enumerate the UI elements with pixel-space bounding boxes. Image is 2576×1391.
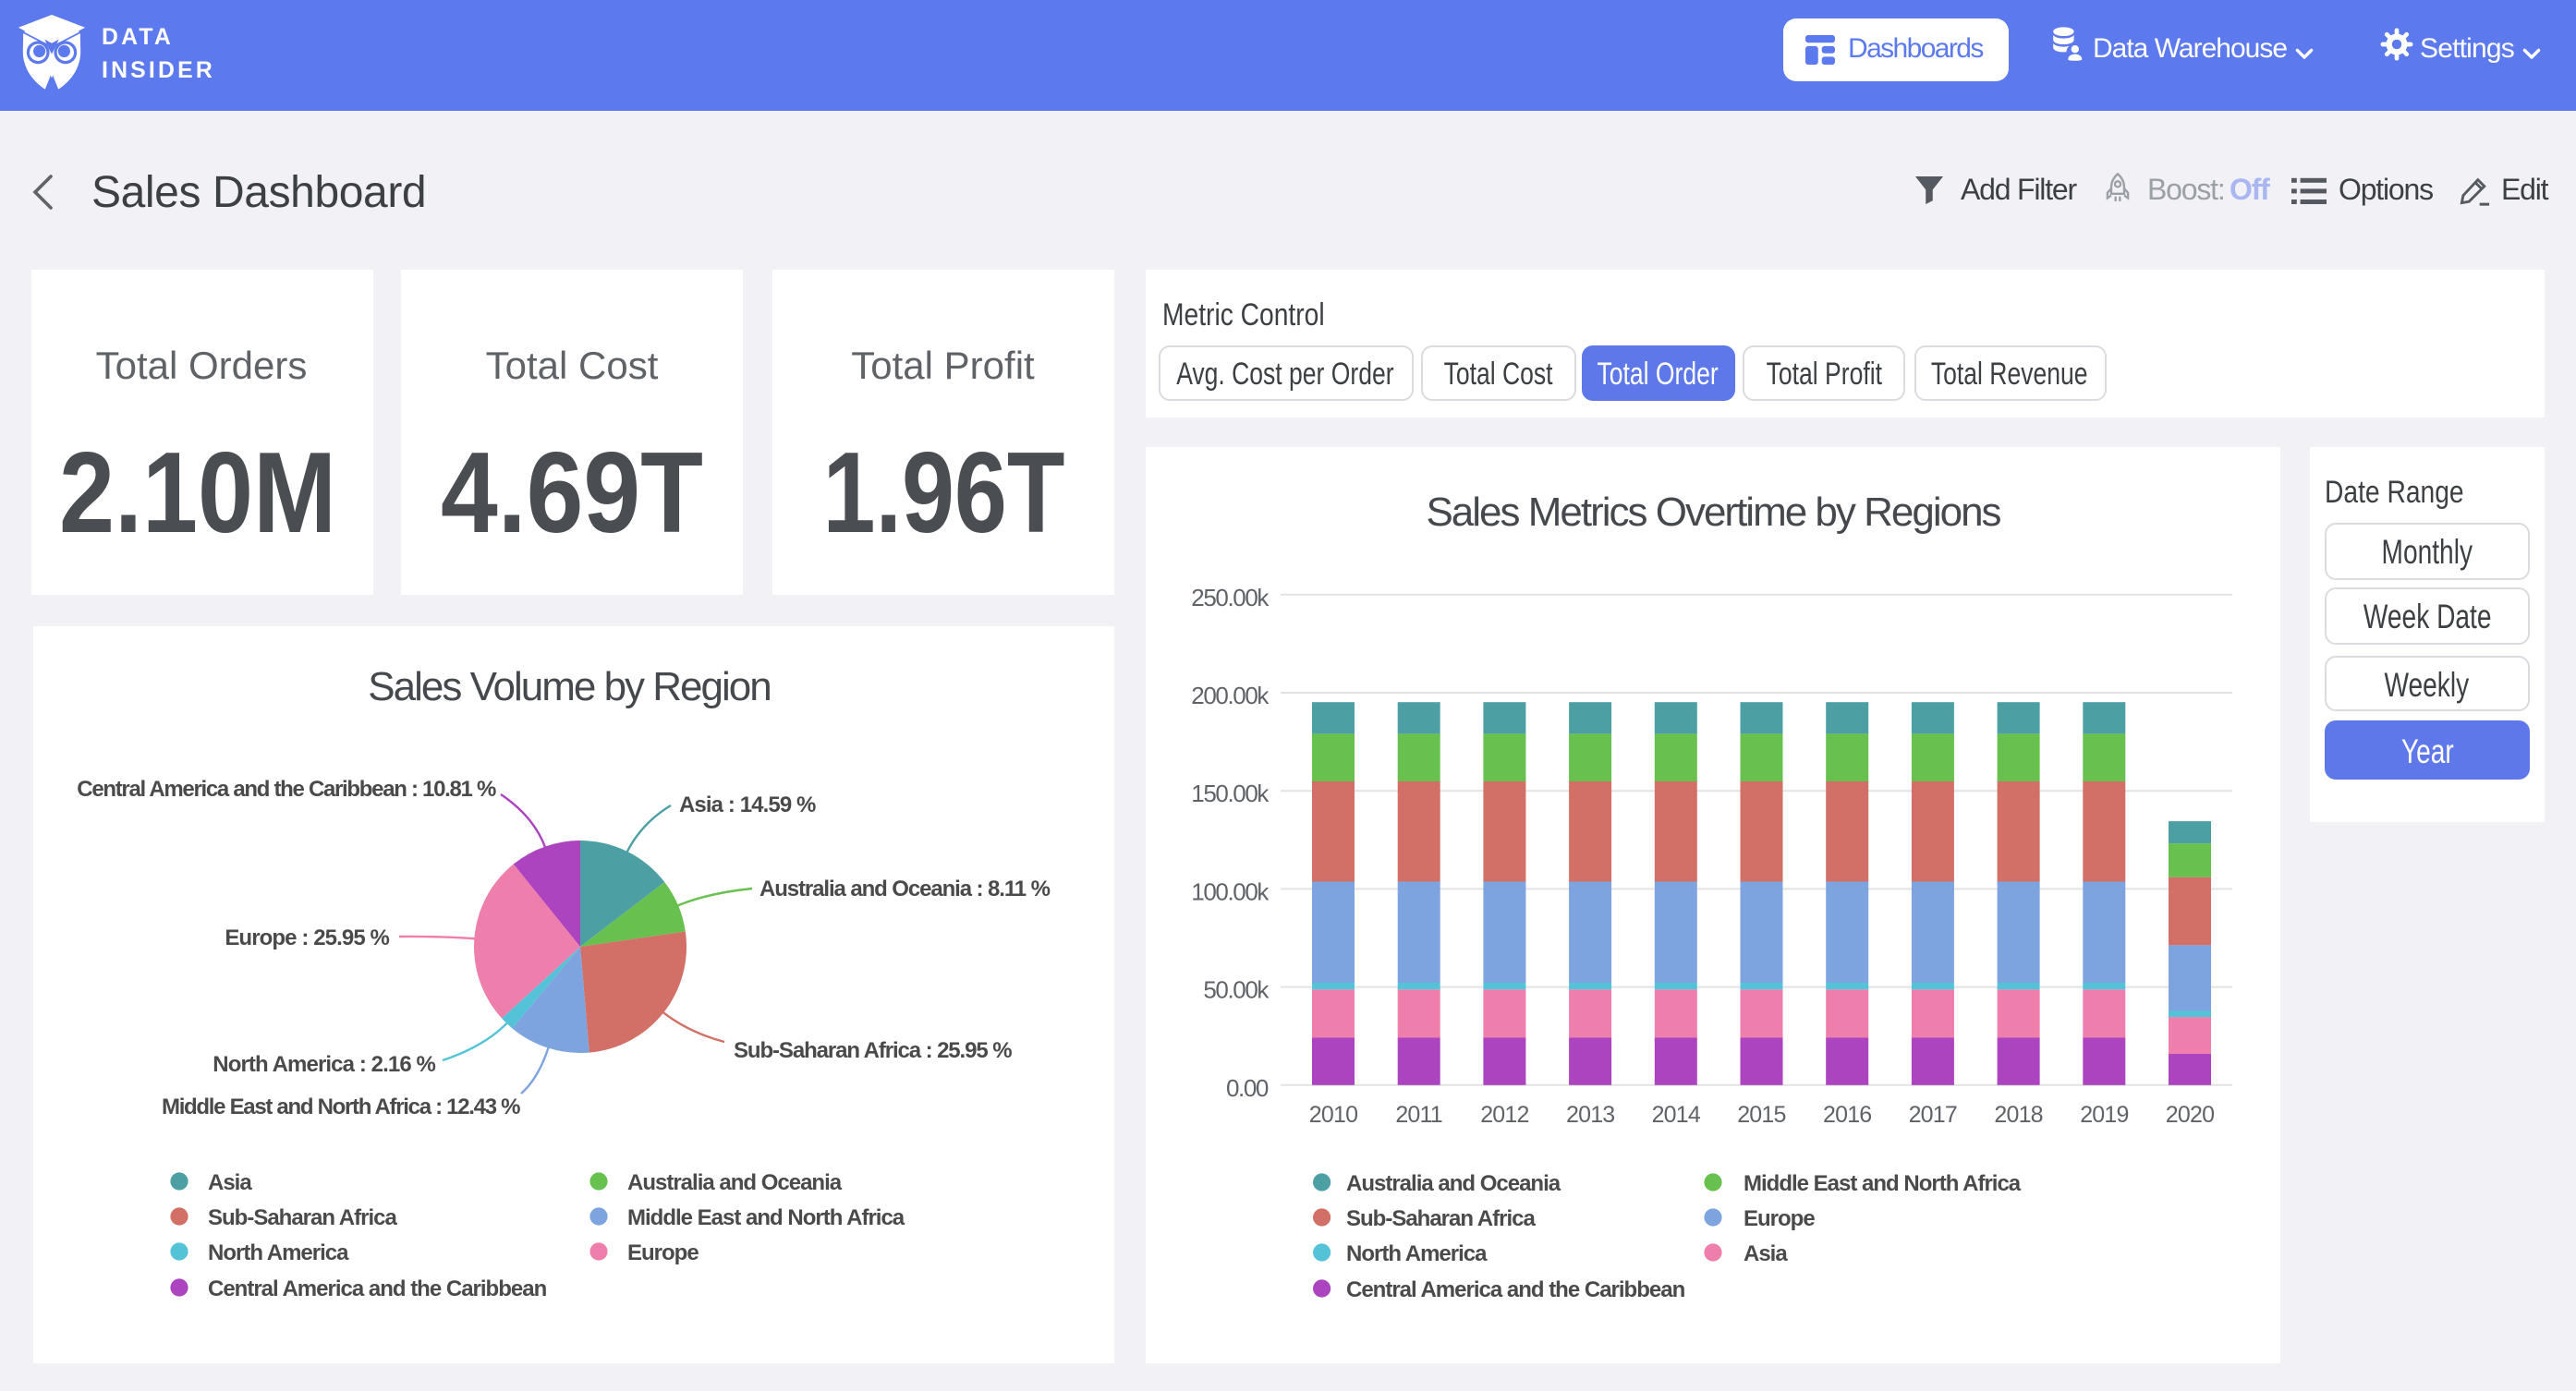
- svg-text:North America: North America: [1345, 1240, 1487, 1265]
- svg-text:1.96T: 1.96T: [822, 429, 1064, 554]
- svg-text:Sub-Saharan Africa : 25.95 %: Sub-Saharan Africa : 25.95 %: [733, 1037, 1011, 1062]
- svg-text:2018: 2018: [1993, 1101, 2041, 1127]
- svg-text:2014: 2014: [1651, 1101, 1700, 1127]
- svg-text:Sub-Saharan Africa: Sub-Saharan Africa: [207, 1204, 396, 1229]
- svg-text:Central America and the Caribb: Central America and the Caribbean : 10.8…: [76, 776, 495, 801]
- svg-text:North America: North America: [207, 1240, 348, 1264]
- svg-text:North America : 2.16 %: North America : 2.16 %: [212, 1051, 434, 1076]
- svg-text:Sub-Saharan Africa: Sub-Saharan Africa: [1345, 1205, 1535, 1230]
- svg-text:150.00k: 150.00k: [1190, 779, 1269, 806]
- svg-text:2017: 2017: [1908, 1101, 1956, 1127]
- svg-text:Australia and Oceania : 8.11 %: Australia and Oceania : 8.11 %: [759, 876, 1050, 901]
- svg-text:2010: 2010: [1308, 1101, 1356, 1127]
- svg-text:200.00k: 200.00k: [1190, 681, 1269, 708]
- svg-text:2013: 2013: [1565, 1101, 1613, 1127]
- svg-text:Middle East and North Africa :: Middle East and North Africa : 12.43 %: [161, 1094, 519, 1119]
- svg-text:100.00k: 100.00k: [1190, 877, 1269, 904]
- svg-text:Asia: Asia: [1743, 1240, 1787, 1265]
- svg-text:2019: 2019: [2079, 1101, 2127, 1127]
- svg-text:Europe : 25.95 %: Europe : 25.95 %: [224, 925, 388, 950]
- svg-text:Asia : 14.59 %: Asia : 14.59 %: [678, 792, 815, 816]
- svg-text:Asia: Asia: [207, 1169, 251, 1194]
- svg-text:Europe: Europe: [626, 1240, 698, 1264]
- svg-text:Middle East and North Africa: Middle East and North Africa: [1743, 1170, 2021, 1195]
- svg-text:Australia and Oceania: Australia and Oceania: [626, 1169, 842, 1194]
- svg-text:Central America and the Caribb: Central America and the Caribbean: [207, 1276, 546, 1300]
- svg-text:2012: 2012: [1479, 1101, 1527, 1127]
- svg-text:2011: 2011: [1394, 1101, 1441, 1127]
- svg-text:Central America and the Caribb: Central America and the Caribbean: [1345, 1276, 1684, 1301]
- svg-text:2015: 2015: [1736, 1101, 1784, 1127]
- svg-text:0.00: 0.00: [1225, 1073, 1268, 1101]
- svg-text:2016: 2016: [1822, 1101, 1870, 1127]
- svg-text:2020: 2020: [2165, 1101, 2213, 1127]
- svg-text:Europe: Europe: [1743, 1205, 1814, 1230]
- svg-text:250.00k: 250.00k: [1190, 583, 1269, 611]
- svg-text:2.10M: 2.10M: [58, 429, 335, 554]
- svg-text:Sales Metrics Overtime by Regi: Sales Metrics Overtime by Regions: [1425, 489, 1999, 534]
- svg-text:Sales Volume by Region: Sales Volume by Region: [367, 663, 769, 708]
- svg-text:Middle East and North Africa: Middle East and North Africa: [626, 1204, 905, 1229]
- svg-text:50.00k: 50.00k: [1202, 975, 1269, 1003]
- svg-text:4.69T: 4.69T: [441, 429, 703, 554]
- svg-text:Australia and Oceania: Australia and Oceania: [1345, 1170, 1561, 1195]
